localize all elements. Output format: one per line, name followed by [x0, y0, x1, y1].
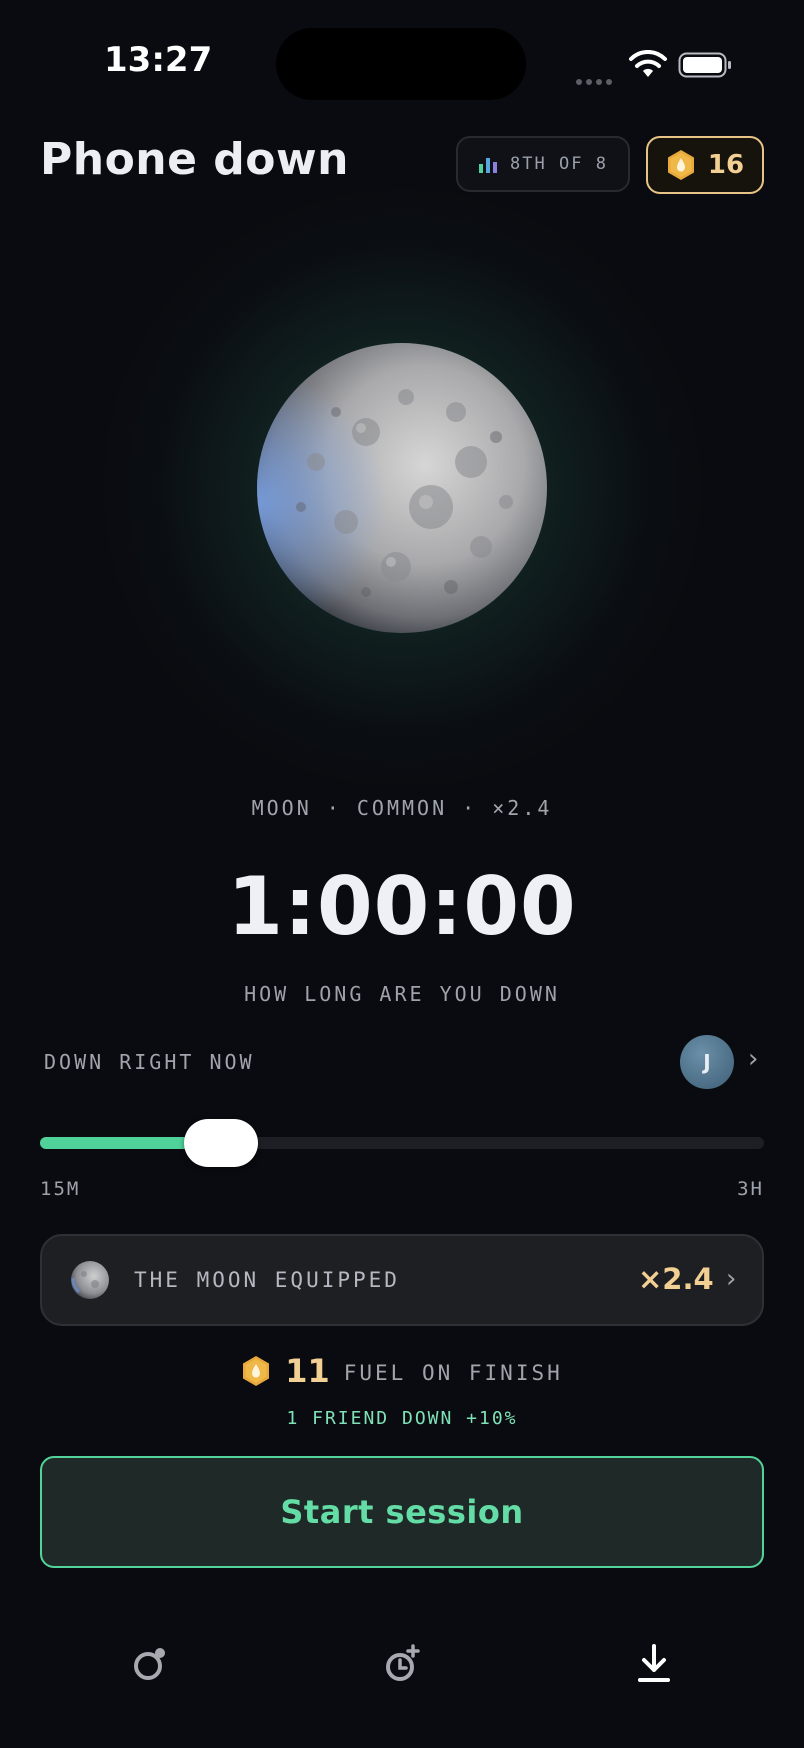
fuel-on-finish: 11 FUEL ON FINISH — [0, 1352, 804, 1390]
slider-min-label: 15M — [40, 1178, 81, 1200]
start-session-button[interactable]: Start session — [40, 1456, 764, 1568]
down-right-now-label: DOWN RIGHT NOW — [44, 1050, 255, 1074]
friend-bonus: 1 FRIEND DOWN +10% — [286, 1408, 518, 1429]
moon-thumbnail-icon — [71, 1261, 109, 1299]
equipped-multiplier: ×2.4 — [638, 1262, 714, 1296]
download-icon[interactable] — [630, 1640, 678, 1688]
chevron-right-icon[interactable]: › — [726, 1264, 736, 1294]
alarm-add-icon[interactable] — [378, 1640, 426, 1688]
fuel-hexagon-icon — [243, 1356, 270, 1386]
fuel-hexagon-icon — [667, 150, 694, 180]
fuel-amount: 11 — [285, 1352, 330, 1390]
slider-max-label: 3H — [737, 1178, 764, 1200]
fuel-balance-count: 16 — [707, 150, 745, 180]
page-title: Phone down — [40, 134, 349, 185]
duration-slider-thumb[interactable] — [184, 1119, 258, 1167]
equipped-label: THE MOON EQUIPPED — [134, 1268, 400, 1292]
wifi-icon — [629, 50, 667, 77]
moon-planet-image[interactable] — [256, 342, 548, 634]
planet-info: MOON · COMMON · ×2.4 — [251, 796, 553, 820]
rank-label: 8TH OF 8 — [510, 154, 608, 174]
cellular-signal-icon — [576, 70, 616, 89]
session-timer: 1:00:00 — [227, 860, 577, 953]
chevron-right-icon[interactable]: › — [748, 1044, 758, 1074]
dynamic-island — [276, 28, 526, 100]
status-time: 13:27 — [104, 40, 213, 80]
fuel-label: FUEL ON FINISH — [343, 1361, 563, 1385]
leaderboard-rank-button[interactable]: 8TH OF 8 — [456, 136, 630, 192]
duration-prompt: HOW LONG ARE YOU DOWN — [244, 982, 560, 1006]
battery-icon — [678, 52, 731, 78]
fuel-balance-button[interactable]: 16 — [646, 136, 764, 194]
planet-icon[interactable] — [126, 1640, 174, 1688]
friend-avatar[interactable]: J — [680, 1035, 734, 1089]
leaderboard-icon — [479, 158, 498, 173]
